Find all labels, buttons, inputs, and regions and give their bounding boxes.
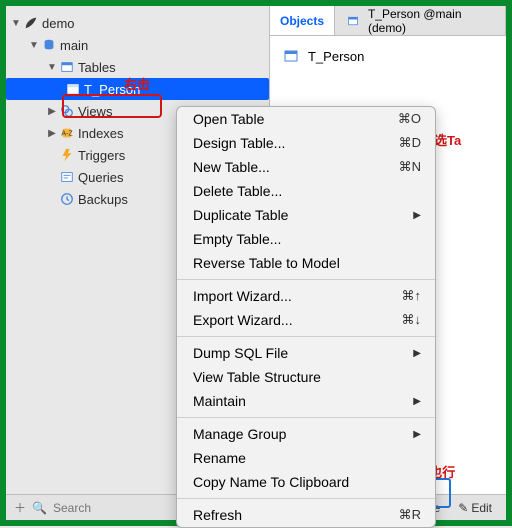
submenu-arrow-icon: ▶ — [413, 429, 421, 440]
views-icon — [58, 104, 76, 118]
tables-label: Tables — [78, 60, 116, 75]
submenu-arrow-icon: ▶ — [413, 348, 421, 359]
backups-label: Backups — [78, 192, 128, 207]
tree-database[interactable]: ▼ main — [6, 34, 269, 56]
clock-icon — [58, 192, 76, 206]
tree-table-item[interactable]: T_Person — [6, 78, 269, 100]
menu-copy-name[interactable]: Copy Name To Clipboard — [177, 470, 435, 494]
tree-connection[interactable]: ▼ demo — [6, 12, 269, 34]
disclosure-triangle-icon[interactable]: ▼ — [46, 62, 58, 73]
tab-objects[interactable]: Objects — [270, 6, 335, 35]
tab-label: Objects — [280, 14, 324, 28]
menu-manage-group[interactable]: Manage Group▶ — [177, 422, 435, 446]
menu-new-table[interactable]: New Table...⌘N — [177, 155, 435, 179]
menu-open-table[interactable]: Open Table⌘O — [177, 107, 435, 131]
menu-duplicate-table[interactable]: Duplicate Table▶ — [177, 203, 435, 227]
indexes-icon: A-Z — [58, 126, 76, 140]
tree-tables-folder[interactable]: ▼ Tables — [6, 56, 269, 78]
menu-separator — [177, 336, 435, 337]
menu-design-table[interactable]: Design Table...⌘D — [177, 131, 435, 155]
table-icon — [64, 82, 82, 96]
database-icon — [40, 38, 58, 52]
menu-reverse-table[interactable]: Reverse Table to Model — [177, 251, 435, 275]
disclosure-triangle-icon[interactable]: ▼ — [10, 18, 22, 29]
menu-separator — [177, 417, 435, 418]
list-item[interactable]: T_Person — [308, 49, 364, 64]
disclosure-triangle-icon[interactable]: ▶ — [46, 106, 58, 117]
svg-text:A-Z: A-Z — [61, 131, 73, 138]
menu-empty-table[interactable]: Empty Table... — [177, 227, 435, 251]
search-icon: 🔍 — [32, 501, 47, 515]
menu-view-structure[interactable]: View Table Structure — [177, 365, 435, 389]
table-icon — [58, 60, 76, 74]
menu-maintain[interactable]: Maintain▶ — [177, 389, 435, 413]
table-icon — [282, 48, 300, 64]
submenu-arrow-icon: ▶ — [413, 210, 421, 221]
menu-separator — [177, 498, 435, 499]
menu-refresh[interactable]: Refresh⌘R — [177, 503, 435, 527]
tab-label: T_Person @main (demo) — [368, 7, 495, 35]
table-icon — [345, 15, 362, 27]
context-menu: Open Table⌘O Design Table...⌘D New Table… — [176, 106, 436, 528]
menu-separator — [177, 279, 435, 280]
disclosure-triangle-icon[interactable]: ▶ — [46, 128, 58, 139]
views-label: Views — [78, 104, 112, 119]
queries-label: Queries — [78, 170, 124, 185]
menu-rename[interactable]: Rename — [177, 446, 435, 470]
connection-label: demo — [42, 16, 75, 31]
edit-button[interactable]: ✎Edit — [458, 498, 492, 518]
feather-icon — [22, 16, 40, 30]
queries-icon — [58, 170, 76, 184]
menu-dump-sql[interactable]: Dump SQL File▶ — [177, 341, 435, 365]
database-label: main — [60, 38, 88, 53]
disclosure-triangle-icon[interactable]: ▼ — [28, 40, 40, 51]
menu-import-wizard[interactable]: Import Wizard...⌘↑ — [177, 284, 435, 308]
indexes-label: Indexes — [78, 126, 124, 141]
menu-export-wizard[interactable]: Export Wizard...⌘↓ — [177, 308, 435, 332]
submenu-arrow-icon: ▶ — [413, 396, 421, 407]
tabs-bar: Objects T_Person @main (demo) — [270, 6, 506, 36]
pencil-icon: ✎ — [458, 501, 468, 515]
table-item-label: T_Person — [84, 82, 140, 97]
menu-delete-table[interactable]: Delete Table... — [177, 179, 435, 203]
object-list: T_Person — [270, 36, 506, 76]
trigger-icon — [58, 148, 76, 162]
plus-icon[interactable]: ＋ — [14, 499, 26, 516]
triggers-label: Triggers — [78, 148, 125, 163]
tab-table[interactable]: T_Person @main (demo) — [335, 6, 506, 35]
